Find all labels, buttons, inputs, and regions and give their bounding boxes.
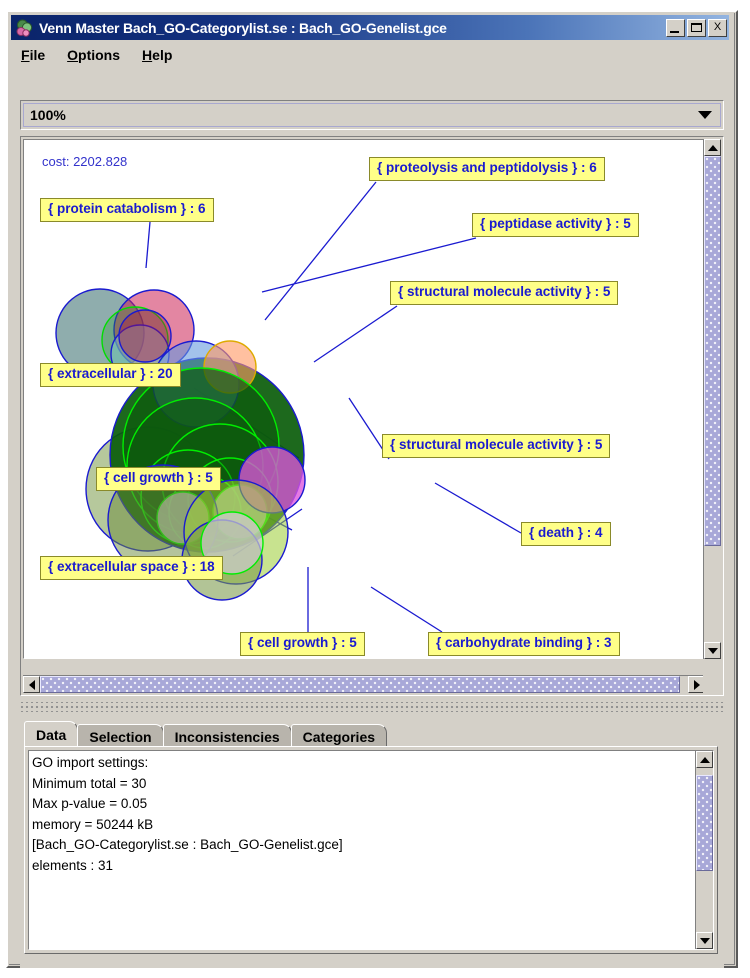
triangle-down-icon bbox=[707, 647, 718, 654]
canvas-horizontal-scrollbar[interactable] bbox=[23, 675, 705, 693]
window-controls: X bbox=[666, 18, 727, 37]
title-bar[interactable]: Venn Master Bach_GO-Categorylist.se : Ba… bbox=[11, 15, 729, 40]
venn-callout-label[interactable]: { cell growth } : 5 bbox=[96, 467, 221, 491]
scroll-down-button[interactable] bbox=[704, 642, 721, 659]
log-scroll-down-button[interactable] bbox=[696, 932, 713, 949]
log-textarea[interactable]: GO import settings: Minimum total = 30 Max… bbox=[28, 750, 714, 950]
triangle-right-icon bbox=[693, 679, 700, 690]
menu-file-rest: ile bbox=[29, 47, 46, 63]
tab-content-data: GO import settings: Minimum total = 30 Max… bbox=[24, 746, 718, 954]
log-line: Max p-value = 0.05 bbox=[32, 796, 148, 812]
chevron-down-icon bbox=[698, 111, 712, 119]
callout-leader-line bbox=[370, 586, 443, 633]
venn-callout-label[interactable]: { proteolysis and peptidolysis } : 6 bbox=[369, 157, 605, 181]
venn-callout-label[interactable]: { structural molecule activity } : 5 bbox=[382, 434, 611, 458]
venn-callout-label[interactable]: { extracellular } : 20 bbox=[40, 363, 181, 387]
log-vertical-scrollbar[interactable] bbox=[695, 751, 713, 949]
menu-help-rest: elp bbox=[152, 47, 173, 63]
app-root: Venn Master Bach_GO-Categorylist.se : Ba… bbox=[0, 0, 750, 978]
triangle-up-icon bbox=[699, 756, 710, 763]
log-line: elements : 31 bbox=[32, 857, 114, 873]
venn-callout-label[interactable]: { protein catabolism } : 6 bbox=[40, 198, 214, 222]
tab-selection[interactable]: Selection bbox=[77, 724, 164, 748]
scrollbar-corner bbox=[703, 675, 721, 693]
log-scroll-thumb[interactable] bbox=[696, 775, 713, 871]
horizontal-scroll-thumb[interactable] bbox=[40, 676, 680, 693]
venn-callout-label[interactable]: { peptidase activity } : 5 bbox=[472, 213, 639, 237]
zoom-combo-wrapper: 100% bbox=[20, 100, 724, 130]
callout-leader-line bbox=[434, 482, 522, 534]
log-line: memory = 50244 kB bbox=[32, 816, 154, 832]
venn-callout-label[interactable]: { death } : 4 bbox=[521, 522, 611, 546]
maximize-button[interactable] bbox=[687, 18, 706, 37]
canvas-vertical-scrollbar[interactable] bbox=[703, 139, 721, 659]
venn-callout-label[interactable]: { cell growth } : 5 bbox=[240, 632, 365, 656]
menu-help[interactable]: Help bbox=[140, 45, 182, 65]
window-title: Venn Master Bach_GO-Categorylist.se : Ba… bbox=[39, 19, 447, 36]
menu-options[interactable]: Options bbox=[65, 45, 130, 65]
log-lines: GO import settings: Minimum total = 30 Max… bbox=[32, 753, 693, 876]
venn-callout-label[interactable]: { carbohydrate binding } : 3 bbox=[428, 632, 620, 656]
venn-circles bbox=[55, 288, 306, 601]
venn-circle[interactable] bbox=[118, 309, 172, 363]
tab-categories[interactable]: Categories bbox=[290, 724, 388, 748]
bottom-tabbed-panel: Data Selection Inconsistencies Categories G… bbox=[20, 718, 724, 968]
zoom-combo[interactable]: 100% bbox=[23, 103, 721, 127]
venn-canvas[interactable]: cost: 2202.828 { protein catabolism } : … bbox=[23, 139, 705, 659]
triangle-down-icon bbox=[699, 937, 710, 944]
application-window: Venn Master Bach_GO-Categorylist.se : Ba… bbox=[6, 10, 738, 968]
menu-options-rest: ptions bbox=[78, 47, 121, 63]
venn-canvas-panel: cost: 2202.828 { protein catabolism } : … bbox=[20, 136, 724, 696]
callout-leader-line bbox=[264, 181, 377, 321]
panel-splitter[interactable] bbox=[20, 702, 724, 712]
callout-leader-line bbox=[313, 305, 398, 363]
minimize-button[interactable] bbox=[666, 18, 685, 37]
cost-label: cost: 2202.828 bbox=[42, 154, 128, 169]
log-scroll-up-button[interactable] bbox=[696, 751, 713, 768]
tab-data[interactable]: Data bbox=[24, 721, 79, 748]
triangle-left-icon bbox=[28, 679, 35, 690]
triangle-up-icon bbox=[707, 144, 718, 151]
scroll-left-button[interactable] bbox=[23, 676, 40, 693]
venn-callout-label[interactable]: { extracellular space } : 18 bbox=[40, 556, 223, 580]
log-line: [Bach_GO-Categorylist.se : Bach_GO-Genel… bbox=[32, 837, 343, 853]
tab-inconsistencies[interactable]: Inconsistencies bbox=[162, 724, 292, 748]
scroll-up-button[interactable] bbox=[704, 139, 721, 156]
venn-diagram-icon bbox=[15, 18, 35, 38]
log-line: GO import settings: bbox=[32, 755, 149, 770]
vertical-scroll-thumb[interactable] bbox=[704, 156, 721, 546]
menu-bar: File Options Help bbox=[11, 42, 729, 68]
close-button[interactable]: X bbox=[708, 18, 727, 37]
menu-file[interactable]: File bbox=[19, 45, 55, 65]
close-icon: X bbox=[713, 21, 722, 33]
tab-strip: Data Selection Inconsistencies Categories bbox=[24, 720, 388, 748]
log-line: Minimum total = 30 bbox=[32, 775, 147, 791]
zoom-combo-value: 100% bbox=[30, 107, 66, 123]
venn-callout-label[interactable]: { structural molecule activity } : 5 bbox=[390, 281, 619, 305]
callout-leader-line bbox=[145, 221, 151, 269]
